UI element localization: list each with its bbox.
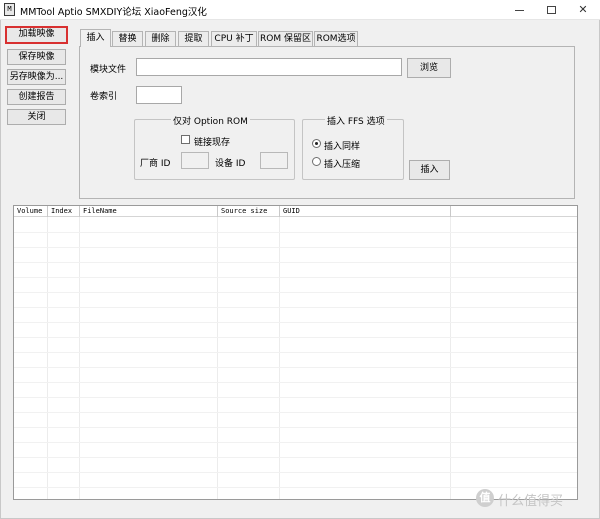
row-grid-line — [14, 337, 577, 338]
tab-rom-options[interactable]: ROM选项 — [314, 31, 358, 47]
option-rom-group: 仅对 Option ROM — [134, 114, 295, 180]
link-existing-label: 链接现存 — [194, 138, 231, 148]
maximize-icon — [546, 6, 556, 14]
title-bar: M MMTool Aptio SMXDIY论坛 XiaoFeng汉化 ✕ — [0, 0, 600, 20]
device-id-input[interactable] — [260, 152, 288, 169]
load-image-button[interactable]: 加载映像 — [5, 26, 68, 44]
list-header: Volume Index FileName Source size GUID — [14, 206, 577, 217]
insert-compressed-radio[interactable] — [312, 157, 321, 166]
module-file-label: 模块文件 — [90, 65, 127, 75]
column-header-guid[interactable]: GUID — [280, 206, 451, 217]
row-grid-line — [14, 412, 577, 413]
row-grid-line — [14, 472, 577, 473]
row-grid-line — [14, 232, 577, 233]
tab-insert[interactable]: 插入 — [80, 29, 111, 47]
save-image-button[interactable]: 保存映像 — [7, 49, 66, 65]
link-existing-checkbox[interactable] — [181, 135, 190, 144]
ffs-options-group-title: 插入 FFS 选项 — [325, 114, 387, 127]
watermark-badge: 值 — [476, 489, 494, 507]
close-icon: ✕ — [578, 3, 588, 16]
radio-selected-dot — [315, 142, 318, 145]
volume-index-label: 卷索引 — [90, 92, 118, 102]
column-header-volume[interactable]: Volume — [14, 206, 48, 217]
volume-index-input[interactable] — [136, 86, 182, 104]
app-icon: M — [4, 3, 15, 16]
watermark: 值 什么值得买 — [476, 487, 596, 511]
save-image-as-button[interactable]: 另存映像为... — [7, 69, 66, 85]
device-id-label: 设备 ID — [215, 159, 246, 169]
insert-button[interactable]: 插入 — [409, 160, 450, 180]
insert-same-radio[interactable] — [312, 139, 321, 148]
row-grid-line — [14, 352, 577, 353]
create-report-button[interactable]: 创建报告 — [7, 89, 66, 105]
row-grid-line — [14, 262, 577, 263]
insert-compressed-label: 插入压缩 — [324, 160, 361, 170]
minimize-button[interactable] — [504, 0, 534, 20]
tab-extract[interactable]: 提取 — [178, 31, 209, 47]
module-file-input[interactable] — [136, 58, 402, 76]
row-grid-line — [14, 397, 577, 398]
row-grid-line — [14, 382, 577, 383]
minimize-icon — [514, 9, 524, 11]
file-list[interactable]: Volume Index FileName Source size GUID — [13, 205, 578, 500]
tab-replace[interactable]: 替换 — [112, 31, 143, 47]
column-header-source-size[interactable]: Source size — [218, 206, 280, 217]
tab-delete[interactable]: 删除 — [145, 31, 176, 47]
column-header-filename[interactable]: FileName — [80, 206, 218, 217]
close-window-button[interactable]: ✕ — [568, 0, 598, 20]
tab-cpu-patch[interactable]: CPU 补丁 — [211, 31, 257, 47]
browse-button[interactable]: 浏览 — [407, 58, 451, 78]
maximize-button[interactable] — [536, 0, 566, 20]
watermark-text: 什么值得买 — [498, 494, 564, 509]
row-grid-line — [14, 322, 577, 323]
tab-rom-hole[interactable]: ROM 保留区 — [258, 31, 313, 47]
row-grid-line — [14, 307, 577, 308]
window-title: MMTool Aptio SMXDIY论坛 XiaoFeng汉化 — [20, 7, 207, 18]
column-header-index[interactable]: Index — [48, 206, 80, 217]
row-grid-line — [14, 247, 577, 248]
row-grid-line — [14, 277, 577, 278]
vendor-id-input[interactable] — [181, 152, 209, 169]
row-grid-line — [14, 457, 577, 458]
vendor-id-label: 厂商 ID — [140, 159, 171, 169]
row-grid-line — [14, 427, 577, 428]
option-rom-group-title: 仅对 Option ROM — [171, 114, 250, 127]
insert-same-label: 插入同样 — [324, 142, 361, 152]
close-button[interactable]: 关闭 — [7, 109, 66, 125]
row-grid-line — [14, 367, 577, 368]
row-grid-line — [14, 292, 577, 293]
row-grid-line — [14, 442, 577, 443]
